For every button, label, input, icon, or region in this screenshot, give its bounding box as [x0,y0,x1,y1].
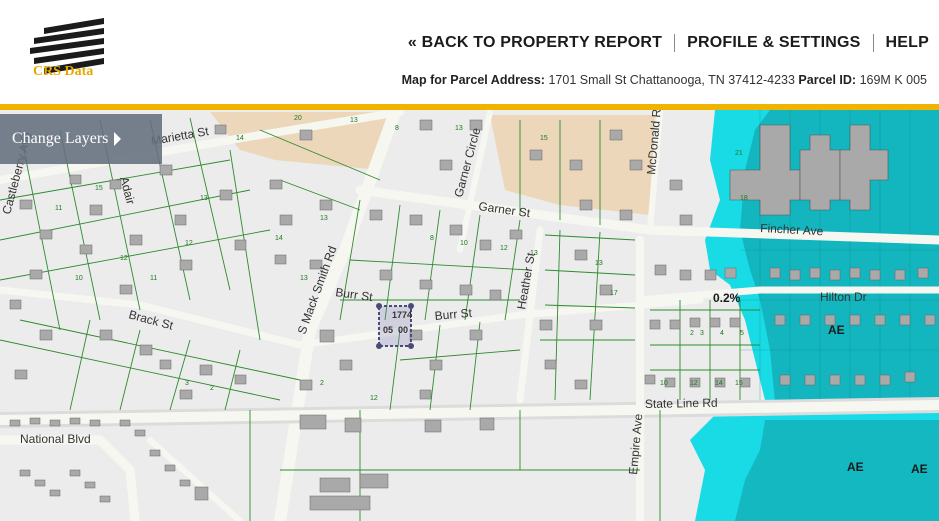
svg-text:12: 12 [185,240,193,247]
selected-parcel[interactable]: 1774 05 00 [376,303,414,349]
back-to-report-link[interactable]: « BACK TO PROPERTY REPORT [408,34,662,52]
svg-text:13: 13 [320,215,328,222]
svg-text:14: 14 [275,235,283,242]
svg-text:12: 12 [500,245,508,252]
svg-text:18: 18 [740,195,748,202]
nav-divider [872,34,874,52]
svg-text:2: 2 [210,385,214,392]
street-hilton: Hilton Dr [820,290,867,304]
svg-text:12: 12 [120,255,128,262]
play-arrow-icon [114,132,122,146]
svg-text:4: 4 [720,330,724,337]
top-nav: « BACK TO PROPERTY REPORT PROFILE & SETT… [408,34,929,52]
svg-text:15: 15 [540,135,548,142]
parcel-id-value: 169M K 005 [859,73,927,87]
svg-text:5: 5 [740,330,744,337]
svg-text:10: 10 [460,240,468,247]
svg-text:13: 13 [350,117,358,124]
svg-text:13: 13 [595,260,603,267]
svg-text:12: 12 [690,380,698,387]
street-national: National Blvd [20,432,91,446]
brand-name: CRS Data [33,64,94,79]
parcel-map[interactable]: 1774 05 00 20 13 8 14 15 11 10 12 13 12 11 14 13 1… [0,110,939,521]
flood-zone-label: AE [828,323,845,337]
svg-text:10: 10 [75,275,83,282]
help-link[interactable]: HELP [886,34,929,52]
svg-text:11: 11 [150,275,157,282]
header: CRS Data « BACK TO PROPERTY REPORT PROFI… [0,0,939,104]
flood-pct-label: 0.2% [713,291,741,305]
address-label: Map for Parcel Address: [401,73,545,87]
svg-text:14: 14 [715,380,723,387]
svg-text:13: 13 [455,125,463,132]
svg-text:10: 10 [660,380,668,387]
change-layers-label: Change Layers [12,130,109,147]
change-layers-button[interactable]: Change Layers [0,114,162,164]
svg-text:2: 2 [690,330,694,337]
svg-text:13: 13 [200,195,208,202]
svg-text:13: 13 [300,275,308,282]
svg-text:15: 15 [735,380,743,387]
svg-text:20: 20 [294,115,302,122]
nav-divider [674,34,676,52]
svg-text:8: 8 [430,235,434,242]
svg-text:2: 2 [320,380,324,387]
svg-text:11: 11 [55,205,62,212]
flood-zone-label: AE [847,460,864,474]
flood-zone-label: AE [911,462,928,476]
street-state-line: State Line Rd [645,396,718,411]
parcel-label: 05 [383,325,393,335]
parcel-label: 1774 [392,310,412,320]
parcel-label: 00 [398,325,408,335]
svg-text:15: 15 [95,185,103,192]
svg-text:14: 14 [236,135,244,142]
svg-text:8: 8 [395,125,399,132]
map-canvas[interactable]: 1774 05 00 20 13 8 14 15 11 10 12 13 12 11 14 13 1… [0,110,939,521]
address-value: 1701 Small St Chattanooga, TN 37412-4233 [548,73,795,87]
svg-text:3: 3 [700,330,704,337]
parcel-info: Map for Parcel Address: 1701 Small St Ch… [402,73,927,87]
parcel-id-label: Parcel ID: [798,73,857,87]
profile-settings-link[interactable]: PROFILE & SETTINGS [687,34,860,52]
svg-text:12: 12 [370,395,378,402]
svg-text:21: 21 [735,150,743,157]
svg-text:17: 17 [610,290,618,297]
svg-text:3: 3 [185,380,189,387]
